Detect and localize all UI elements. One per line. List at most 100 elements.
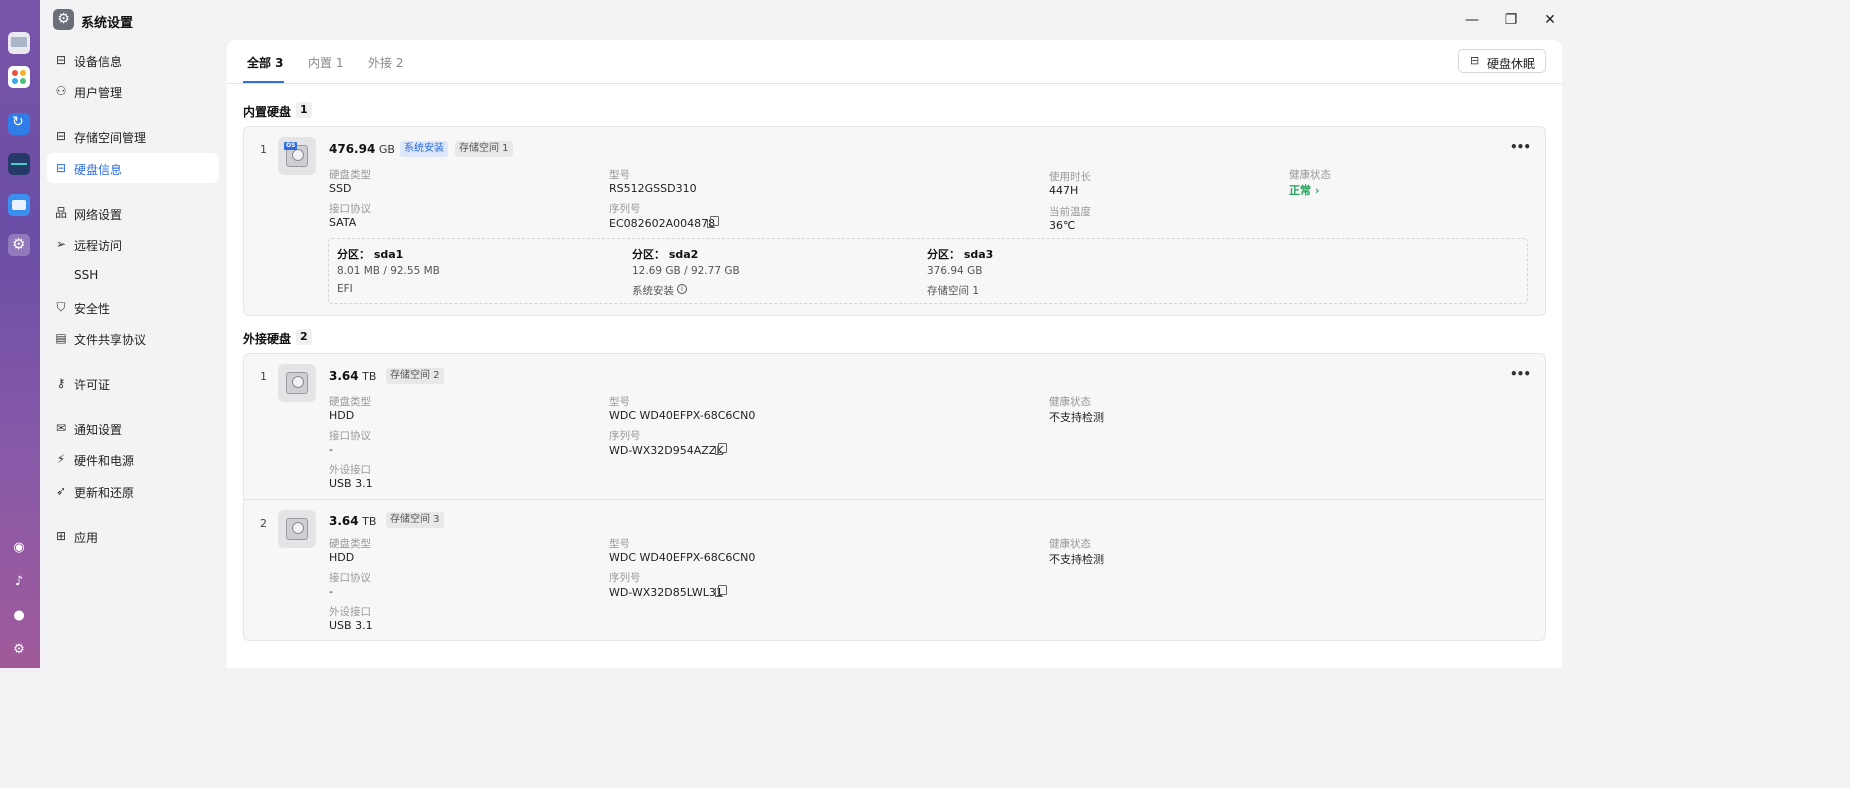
disk-type-value: HDD bbox=[329, 409, 355, 422]
uptime-value: 447H bbox=[1049, 184, 1079, 197]
key-icon: ⚷ bbox=[56, 376, 66, 390]
bell-icon[interactable]: ♪ bbox=[11, 574, 27, 590]
model-label: 型号 bbox=[609, 396, 630, 408]
gear-icon[interactable]: ⚙ bbox=[11, 642, 27, 658]
system-install-tag: 系统安装 bbox=[400, 141, 448, 157]
storage-space-tag: 存储空间 2 bbox=[386, 368, 444, 384]
network-icon: 品 bbox=[54, 206, 67, 220]
disk-capacity: 3.64 TB bbox=[329, 369, 377, 383]
sidebar-item-license[interactable]: ⚷ 许可证 bbox=[47, 368, 219, 398]
partition-purpose: 存储空间 1 bbox=[927, 285, 980, 297]
external-section-title: 外接硬盘 bbox=[243, 332, 292, 346]
sidebar-item-notifications[interactable]: ✉ 通知设置 bbox=[47, 413, 219, 443]
health-status-link[interactable]: 正常 › bbox=[1289, 182, 1319, 198]
shield-icon: ⛉ bbox=[56, 300, 66, 314]
sidebar-item-apps[interactable]: ⊞ 应用 bbox=[47, 521, 219, 551]
hdd-icon bbox=[278, 364, 316, 402]
sidebar: ⊟ 设备信息 ⚇ 用户管理 ⊟ 存储空间管理 ⊟ 硬盘信息 品 网络设置 ➢ 远… bbox=[40, 40, 226, 668]
terminal-icon bbox=[54, 267, 68, 283]
title-bar: ⚙ 系统设置 — ❐ ✕ bbox=[40, 0, 1568, 40]
protocol-label: 接口协议 bbox=[329, 203, 371, 215]
internal-disk-card: 1 OS 476.94 GB 系统安装 存储空间 1 ••• 硬盘类型 SSD … bbox=[243, 126, 1546, 316]
main-panel: 全部 3 内置 1 外接 2 ⊟ 硬盘休眠 内置硬盘 1 1 OS 476.94… bbox=[227, 40, 1562, 668]
apps-grid-icon[interactable] bbox=[8, 66, 30, 88]
sidebar-item-file-sharing[interactable]: ▤ 文件共享协议 bbox=[47, 323, 219, 353]
model-value: RS512GSSD310 bbox=[609, 182, 697, 195]
drive-icon: ⊟ bbox=[55, 53, 67, 67]
file-manager-icon[interactable] bbox=[8, 194, 30, 216]
storage-space-tag: 存储空间 3 bbox=[386, 512, 444, 528]
sidebar-item-storage[interactable]: ⊟ 存储空间管理 bbox=[47, 121, 219, 151]
storage-icon: ⊟ bbox=[55, 129, 67, 143]
network-icon[interactable]: ◉ bbox=[11, 540, 27, 556]
protocol-label: 接口协议 bbox=[329, 430, 371, 442]
sync-icon[interactable] bbox=[8, 113, 30, 135]
health-value: 不支持检测 bbox=[1049, 553, 1104, 566]
monitor-graph-icon[interactable] bbox=[8, 153, 30, 175]
external-count-badge: 2 bbox=[296, 329, 312, 345]
disk-type-value: SSD bbox=[329, 182, 352, 195]
more-options-icon[interactable]: ••• bbox=[1510, 140, 1531, 154]
tab-internal[interactable]: 内置 1 bbox=[308, 54, 343, 71]
tab-external[interactable]: 外接 2 bbox=[368, 54, 403, 71]
serial-value: EC082602A004878 bbox=[609, 217, 716, 230]
protocol-label: 接口协议 bbox=[329, 572, 371, 584]
disk-index: 2 bbox=[260, 517, 267, 530]
tab-all[interactable]: 全部 3 bbox=[247, 54, 284, 71]
dock: ◉ ♪ ● ⚙ bbox=[0, 0, 40, 668]
partition-purpose: 系统安装 bbox=[632, 285, 674, 297]
disk-type-label: 硬盘类型 bbox=[329, 169, 371, 181]
settings-icon[interactable] bbox=[8, 234, 30, 256]
hdd-icon bbox=[278, 510, 316, 548]
ssd-os-icon: OS bbox=[278, 137, 316, 175]
tab-bar: 全部 3 内置 1 外接 2 ⊟ 硬盘休眠 bbox=[227, 40, 1562, 84]
sidebar-item-users[interactable]: ⚇ 用户管理 bbox=[47, 76, 219, 106]
health-label: 健康状态 bbox=[1049, 538, 1091, 550]
disk-capacity: 476.94 GB bbox=[329, 142, 395, 156]
sidebar-item-ssh[interactable]: SSH bbox=[47, 260, 219, 290]
external-disk-card: 1 3.64 TB 存储空间 2 ••• 硬盘类型 HDD 接口协议 - 外设接… bbox=[243, 353, 1546, 641]
health-label: 健康状态 bbox=[1289, 169, 1331, 181]
partition-usage: 12.69 GB / 92.77 GB bbox=[632, 265, 740, 277]
serial-label: 序列号 bbox=[609, 430, 641, 442]
sidebar-item-network[interactable]: 品 网络设置 bbox=[47, 198, 219, 228]
disk-capacity: 3.64 TB bbox=[329, 514, 377, 528]
partition-purpose: EFI bbox=[337, 283, 353, 295]
partition-name: 分区： sda3 bbox=[927, 248, 994, 261]
sidebar-item-remote-access[interactable]: ➢ 远程访问 bbox=[47, 229, 219, 259]
sidebar-item-device-info[interactable]: ⊟ 设备信息 bbox=[47, 45, 219, 75]
monitor-icon[interactable] bbox=[8, 32, 30, 54]
disk-type-label: 硬盘类型 bbox=[329, 538, 371, 550]
info-icon[interactable]: i bbox=[677, 284, 687, 294]
sidebar-item-disk-info[interactable]: ⊟ 硬盘信息 bbox=[47, 153, 219, 183]
active-tab-indicator bbox=[243, 81, 284, 83]
serial-label: 序列号 bbox=[609, 203, 641, 215]
partition-box: 分区： sda1 8.01 MB / 92.55 MB EFI 分区： sda2… bbox=[328, 238, 1528, 304]
uptime-label: 使用时长 bbox=[1049, 171, 1091, 183]
close-icon[interactable]: ✕ bbox=[1540, 10, 1560, 30]
copy-icon[interactable] bbox=[707, 216, 719, 228]
chevron-right-icon: › bbox=[1314, 184, 1320, 197]
drive-icon: ⊟ bbox=[1470, 54, 1480, 67]
minimize-icon[interactable]: — bbox=[1462, 10, 1482, 30]
copy-icon[interactable] bbox=[715, 585, 727, 597]
serial-value: WD-WX32D85LWL31 bbox=[609, 586, 723, 599]
copy-icon[interactable] bbox=[715, 443, 727, 455]
sidebar-item-security[interactable]: ⛉ 安全性 bbox=[47, 292, 219, 322]
disk-sleep-button[interactable]: ⊟ 硬盘休眠 bbox=[1458, 49, 1546, 73]
hard-disk-icon: ⊟ bbox=[55, 161, 67, 175]
more-options-icon[interactable]: ••• bbox=[1510, 367, 1531, 381]
maximize-icon[interactable]: ❐ bbox=[1501, 10, 1521, 30]
disk-type-label: 硬盘类型 bbox=[329, 396, 371, 408]
mail-icon: ✉ bbox=[55, 421, 67, 435]
sidebar-item-update-restore[interactable]: ➶ 更新和还原 bbox=[47, 476, 219, 506]
disk-index: 1 bbox=[260, 143, 267, 156]
sidebar-item-hardware-power[interactable]: ⚡ 硬件和电源 bbox=[47, 444, 219, 474]
protocol-value: - bbox=[329, 443, 333, 456]
health-value: 不支持检测 bbox=[1049, 411, 1104, 424]
partition-usage: 8.01 MB / 92.55 MB bbox=[337, 265, 440, 277]
partition-name: 分区： sda2 bbox=[632, 248, 699, 261]
serial-value: WD-WX32D954AZZK bbox=[609, 444, 724, 457]
port-label: 外设接口 bbox=[329, 464, 371, 476]
user-icon[interactable]: ● bbox=[11, 608, 27, 624]
